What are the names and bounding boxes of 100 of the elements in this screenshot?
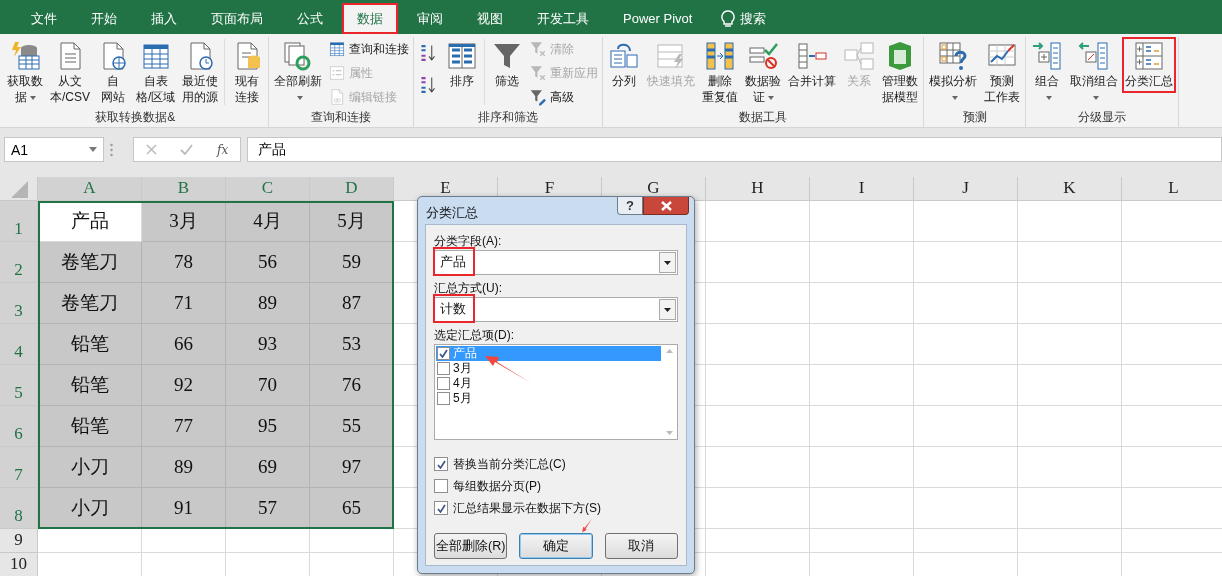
list-item[interactable]: 5月 — [436, 391, 661, 406]
insert-function-button[interactable]: fx — [217, 142, 229, 157]
ribbon-button[interactable]: 排序 — [443, 37, 482, 93]
ribbon-tab[interactable]: 视图 — [462, 3, 518, 34]
checkbox-label: 替换当前分类汇总(C) — [453, 455, 566, 473]
ribbon-tab[interactable]: 公式 — [282, 3, 338, 34]
row-header[interactable]: 1 — [0, 201, 38, 242]
row-header[interactable]: 4 — [0, 324, 38, 365]
field-label: 分类字段(A): — [434, 233, 503, 250]
ribbon-tab[interactable]: 数据 — [342, 3, 398, 34]
table-cell: 97 — [310, 447, 394, 488]
ribbon-button[interactable]: 查询和连接 — [326, 38, 412, 60]
column-header[interactable]: B — [142, 177, 226, 201]
table-cell: 66 — [142, 324, 226, 365]
ribbon-tab[interactable]: 开发工具 — [522, 3, 604, 34]
column-header[interactable]: K — [1018, 177, 1122, 201]
ribbon-button[interactable]: 合并计算 — [785, 37, 840, 93]
table-cell: 95 — [226, 406, 310, 447]
ribbon-button[interactable]: 自 网站 — [94, 37, 132, 109]
table-cell: 70 — [226, 365, 310, 406]
help-button[interactable]: ? — [617, 197, 643, 215]
row-header[interactable]: 5 — [0, 365, 38, 406]
ribbon-button[interactable]: 预测 工作表 — [981, 37, 1024, 109]
name-box[interactable]: A1 — [4, 137, 104, 162]
table-cell: 小刀 — [38, 447, 142, 488]
table-cell: 87 — [310, 283, 394, 324]
column-header[interactable]: I — [810, 177, 914, 201]
ribbon-button[interactable]: 数据验 证 — [742, 37, 785, 109]
table-cell: 92 — [142, 365, 226, 406]
ribbon-button[interactable]: 高级 — [527, 86, 601, 108]
ribbon-button[interactable]: 取消组合 — [1067, 37, 1122, 109]
group-label: 预测 — [961, 109, 988, 126]
ribbon-button[interactable]: 最近使 用的源 — [179, 37, 222, 109]
table-cell: 77 — [142, 406, 226, 447]
table-cell: 91 — [142, 488, 226, 529]
ribbon-button[interactable]: 从文 本/CSV — [47, 37, 93, 109]
list-item[interactable]: 4月 — [436, 376, 661, 391]
table-cell: 3月 — [142, 201, 226, 242]
column-header[interactable]: J — [914, 177, 1018, 201]
table-cell: 小刀 — [38, 488, 142, 529]
column-header[interactable]: L — [1122, 177, 1222, 201]
row-header[interactable]: 2 — [0, 242, 38, 283]
dropdown-field[interactable]: 产品 — [434, 250, 678, 275]
row-header[interactable]: 9 — [0, 529, 38, 553]
field-label: 汇总方式(U): — [434, 280, 503, 297]
item-label: 5月 — [453, 390, 472, 407]
row-header[interactable]: 6 — [0, 406, 38, 447]
formula-field[interactable]: 产品 — [247, 137, 1222, 162]
column-header[interactable]: H — [706, 177, 810, 201]
dropdown-field[interactable]: 计数 — [434, 297, 678, 322]
table-cell: 铅笔 — [38, 324, 142, 365]
dialog-button[interactable]: 取消 — [604, 533, 678, 559]
table-cell: 铅笔 — [38, 406, 142, 447]
row-header[interactable]: 10 — [0, 553, 38, 576]
ribbon-button[interactable]: 模拟分析 — [926, 37, 981, 109]
group-label: 排序和筛选 — [477, 109, 540, 126]
item-label: 产品 — [453, 345, 477, 362]
column-header[interactable]: D — [310, 177, 394, 201]
ribbon-tab[interactable]: 页面布局 — [196, 3, 278, 34]
ribbon-button[interactable]: 组合 — [1028, 37, 1067, 109]
ribbon-tab[interactable]: 开始 — [76, 3, 132, 34]
item-label: 4月 — [453, 375, 472, 392]
list-label: 选定汇总项(D): — [434, 327, 515, 344]
table-cell: 4月 — [226, 201, 310, 242]
ribbon-button[interactable]: 全部刷新 — [271, 37, 326, 109]
dialog-button[interactable]: 全部删除(R) — [434, 533, 508, 559]
dialog-button[interactable]: 确定 — [519, 533, 593, 559]
group-label: 查询和连接 — [310, 109, 373, 126]
row-header[interactable]: 8 — [0, 488, 38, 529]
table-cell: 铅笔 — [38, 365, 142, 406]
dialog-title: 分类汇总 — [426, 204, 479, 222]
ribbon-button[interactable]: 自表 格/区域 — [133, 37, 179, 109]
ribbon-button[interactable]: 分类汇总 — [1122, 37, 1177, 93]
table-cell: 93 — [226, 324, 310, 365]
ribbon-button[interactable]: 管理数 据模型 — [879, 37, 922, 109]
ribbon-button[interactable]: 现有 连接 — [228, 37, 267, 109]
table-cell: 卷笔刀 — [38, 242, 142, 283]
table-cell: 57 — [226, 488, 310, 529]
ribbon-tab[interactable]: 文件 — [16, 3, 72, 34]
table-cell: 5月 — [310, 201, 394, 242]
ribbon-button[interactable]: 删除 重复值 — [699, 37, 742, 109]
table-cell: 71 — [142, 283, 226, 324]
row-header[interactable]: 3 — [0, 283, 38, 324]
column-header[interactable]: A — [38, 177, 142, 201]
table-cell: 55 — [310, 406, 394, 447]
table-cell: 59 — [310, 242, 394, 283]
ribbon-button[interactable]: 筛选 — [488, 37, 527, 93]
table-cell: 65 — [310, 488, 394, 529]
ribbon-tab[interactable]: Power Pivot — [608, 3, 708, 34]
table-cell: 89 — [142, 447, 226, 488]
ribbon-button[interactable]: 获取数 据 — [4, 37, 46, 109]
row-header[interactable]: 7 — [0, 447, 38, 488]
list-item[interactable]: 3月 — [436, 361, 661, 376]
ribbon-button[interactable]: 分列 — [605, 37, 644, 93]
checkbox-label: 每组数据分页(P) — [453, 477, 541, 495]
group-label: 数据工具 — [738, 109, 789, 126]
ribbon-tab[interactable]: 插入 — [136, 3, 192, 34]
ribbon-tab[interactable]: 审阅 — [402, 3, 458, 34]
search-label[interactable]: 搜索 — [740, 9, 767, 28]
column-header[interactable]: C — [226, 177, 310, 201]
